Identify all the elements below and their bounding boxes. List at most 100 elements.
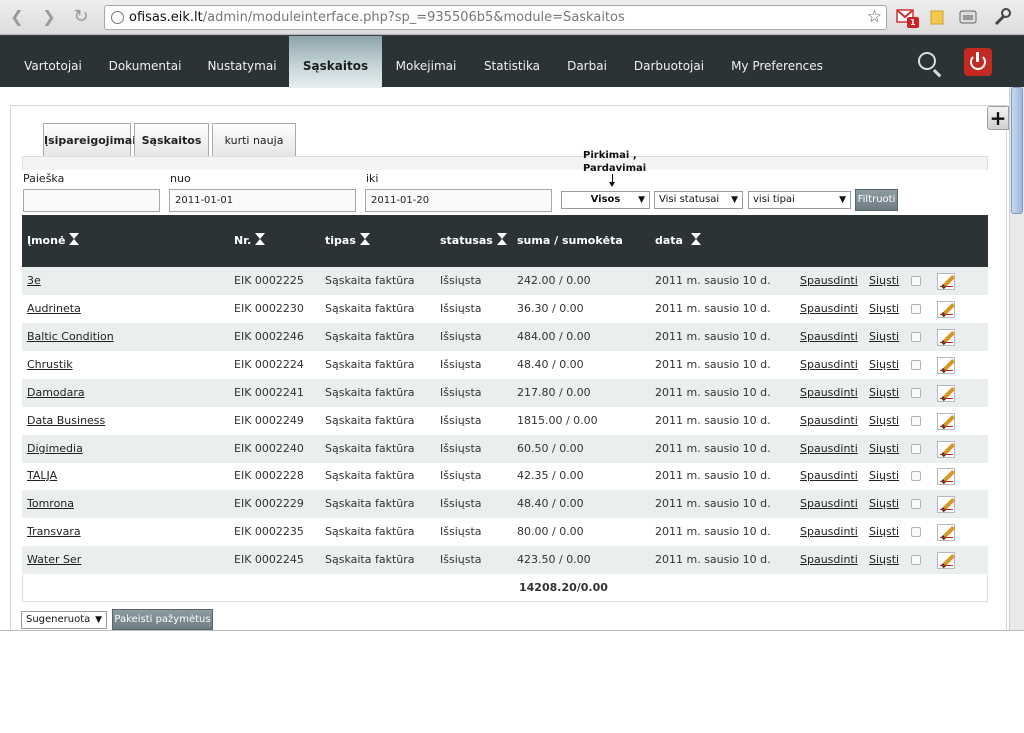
company-link[interactable]: 3e [27, 267, 41, 295]
print-link[interactable]: Spausdinti [800, 462, 858, 490]
row-checkbox[interactable] [911, 416, 921, 426]
company-link[interactable]: Water Ser [27, 546, 81, 574]
tab-isipareigojimai[interactable]: Įsipareigojimai [43, 123, 136, 156]
date-to-input[interactable]: 2011-01-20 [365, 189, 552, 212]
print-link[interactable]: Spausdinti [800, 379, 858, 407]
filter-button[interactable]: Filtruoti [855, 189, 898, 211]
row-checkbox[interactable] [911, 304, 921, 314]
date-from-input[interactable]: 2011-01-01 [169, 189, 356, 212]
row-checkbox[interactable] [911, 499, 921, 509]
edit-pencil-icon[interactable] [937, 552, 956, 569]
tab-saskaitos[interactable]: Sąskaitos [134, 123, 209, 156]
sort-icon[interactable] [69, 233, 80, 245]
bulk-status-select[interactable]: Sugeneruota ▼ [21, 611, 107, 629]
header-number[interactable]: Nr. [234, 215, 266, 267]
edit-pencil-icon[interactable] [937, 385, 956, 402]
company-link[interactable]: Transvara [27, 518, 81, 546]
header-date[interactable]: data [655, 215, 701, 267]
nav-item-saskaitos[interactable]: Sąskaitos [289, 36, 382, 88]
send-link[interactable]: Siųsti [869, 546, 899, 574]
scrollbar-thumb[interactable] [1011, 87, 1023, 214]
wrench-icon[interactable] [992, 7, 1012, 27]
logout-power-icon[interactable] [964, 48, 992, 76]
send-link[interactable]: Siųsti [869, 462, 899, 490]
scrollbar[interactable] [1009, 87, 1024, 630]
edit-pencil-icon[interactable] [937, 496, 956, 513]
nav-item-my-preferences[interactable]: My Preferences [724, 36, 830, 88]
sort-icon[interactable] [496, 233, 507, 245]
company-link[interactable]: Tomrona [27, 490, 74, 518]
sort-icon[interactable] [690, 233, 701, 245]
tab-kurti-nauja[interactable]: kurti nauja [212, 123, 296, 156]
send-link[interactable]: Siųsti [869, 295, 899, 323]
header-company[interactable]: Įmonė [27, 215, 80, 267]
send-link[interactable]: Siųsti [869, 407, 899, 435]
send-link[interactable]: Siųsti [869, 435, 899, 463]
nav-item-mokejimai[interactable]: Mokejimai [388, 36, 464, 88]
nav-item-darbai[interactable]: Darbai [560, 36, 614, 88]
edit-pencil-icon[interactable] [937, 468, 956, 485]
row-checkbox[interactable] [911, 555, 921, 565]
send-link[interactable]: Siųsti [869, 351, 899, 379]
header-type[interactable]: tipas [325, 215, 370, 267]
send-link[interactable]: Siųsti [869, 518, 899, 546]
window-icon[interactable] [958, 7, 978, 27]
apply-bulk-button[interactable]: Pakeisti pažymėtus [112, 609, 213, 630]
row-checkbox[interactable] [911, 388, 921, 398]
company-link[interactable]: TALJA [27, 462, 57, 490]
print-link[interactable]: Spausdinti [800, 490, 858, 518]
search-input[interactable] [23, 189, 160, 212]
bookmark-star-icon[interactable]: ☆ [867, 6, 882, 29]
edit-pencil-icon[interactable] [937, 273, 956, 290]
send-link[interactable]: Siųsti [869, 323, 899, 351]
print-link[interactable]: Spausdinti [800, 518, 858, 546]
send-link[interactable]: Siųsti [869, 490, 899, 518]
folder-icon[interactable] [928, 7, 948, 27]
edit-pencil-icon[interactable] [937, 524, 956, 541]
sort-icon[interactable] [359, 233, 370, 245]
company-link[interactable]: Baltic Condition [27, 323, 114, 351]
type-filter-select[interactable]: visi tipai ▼ [748, 191, 851, 209]
nav-item-dokumentai[interactable]: Dokumentai [100, 36, 190, 88]
gmail-icon[interactable]: 1 [896, 7, 919, 28]
header-status[interactable]: statusas [440, 215, 507, 267]
print-link[interactable]: Spausdinti [800, 351, 858, 379]
back-icon[interactable]: ❮ [6, 6, 28, 28]
print-link[interactable]: Spausdinti [800, 295, 858, 323]
row-checkbox[interactable] [911, 527, 921, 537]
print-link[interactable]: Spausdinti [800, 267, 858, 295]
send-link[interactable]: Siųsti [869, 267, 899, 295]
row-checkbox[interactable] [911, 276, 921, 286]
edit-pencil-icon[interactable] [937, 413, 956, 430]
company-link[interactable]: Chrustik [27, 351, 73, 379]
print-link[interactable]: Spausdinti [800, 435, 858, 463]
reload-icon[interactable]: ↻ [70, 6, 92, 28]
company-link[interactable]: Data Business [27, 407, 105, 435]
purchase-sale-select[interactable]: Visos ▼ [561, 191, 650, 209]
print-link[interactable]: Spausdinti [800, 546, 858, 574]
row-checkbox[interactable] [911, 360, 921, 370]
forward-icon[interactable]: ❯ [38, 6, 60, 28]
send-link[interactable]: Siųsti [869, 379, 899, 407]
edit-pencil-icon[interactable] [937, 441, 956, 458]
nav-item-nustatymai[interactable]: Nustatymai [198, 36, 286, 88]
row-checkbox[interactable] [911, 332, 921, 342]
sort-icon[interactable] [255, 233, 266, 245]
print-link[interactable]: Spausdinti [800, 407, 858, 435]
print-link[interactable]: Spausdinti [800, 323, 858, 351]
edit-pencil-icon[interactable] [937, 329, 956, 346]
company-link[interactable]: Damodara [27, 379, 85, 407]
nav-item-statistika[interactable]: Statistika [474, 36, 550, 88]
expand-plus-button[interactable]: + [987, 106, 1009, 130]
nav-item-darbuotojai[interactable]: Darbuotojai [624, 36, 714, 88]
nav-item-vartotojai[interactable]: Vartotojai [14, 36, 92, 88]
search-icon[interactable] [918, 52, 936, 70]
company-link[interactable]: Audrineta [27, 295, 81, 323]
edit-pencil-icon[interactable] [937, 357, 956, 374]
edit-pencil-icon[interactable] [937, 301, 956, 318]
row-checkbox[interactable] [911, 444, 921, 454]
row-checkbox[interactable] [911, 471, 921, 481]
status-filter-select[interactable]: Visi statusai ▼ [654, 191, 743, 209]
address-bar[interactable]: ofisas.eik.lt/admin/moduleinterface.php?… [104, 5, 887, 30]
company-link[interactable]: Digimedia [27, 435, 83, 463]
